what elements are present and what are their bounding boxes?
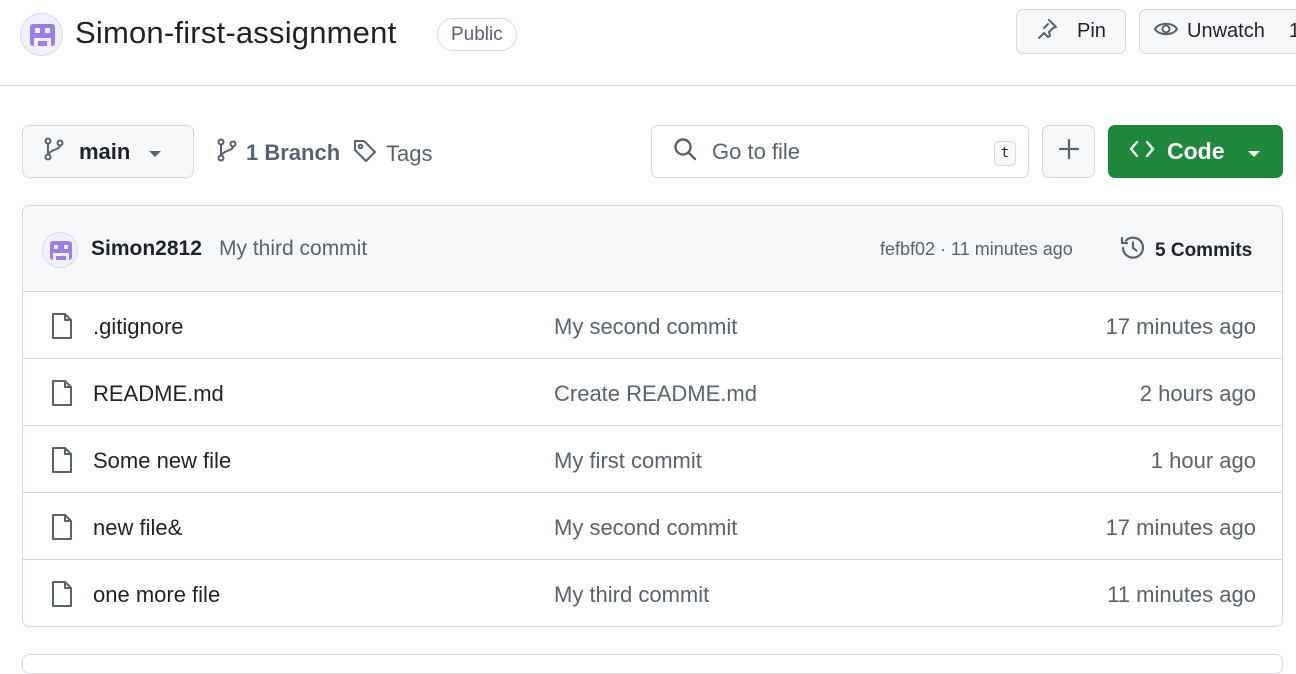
file-row[interactable]: README.md Create README.md 2 hours ago: [23, 359, 1282, 426]
search-icon: [672, 136, 698, 167]
plus-icon: [1058, 138, 1080, 165]
branch-selector[interactable]: main: [22, 125, 194, 178]
file-commit-time: 1 hour ago: [1150, 448, 1256, 473]
visibility-badge: Public: [437, 18, 517, 51]
file-row[interactable]: .gitignore My second commit 17 minutes a…: [23, 292, 1282, 359]
commits-link[interactable]: 5 Commits: [1119, 234, 1252, 268]
file-commit-time: 11 minutes ago: [1107, 582, 1256, 607]
tag-icon: [352, 138, 378, 170]
branch-name: main: [79, 138, 131, 164]
file-icon: [50, 379, 74, 412]
git-branch-icon: [43, 137, 65, 167]
file-name[interactable]: Some new file: [93, 448, 231, 474]
file-commit-message[interactable]: Create README.md: [554, 381, 757, 407]
repo-name[interactable]: Simon-first-assignment: [75, 15, 396, 51]
commits-count: 5 Commits: [1155, 240, 1253, 261]
readme-panel: [22, 654, 1283, 674]
file-row[interactable]: new file& My second commit 17 minutes ag…: [23, 493, 1282, 560]
file-icon: [50, 446, 74, 479]
shortcut-key: t: [994, 141, 1016, 166]
file-name[interactable]: new file&: [93, 515, 182, 541]
repo-header: Simon-first-assignment Public Pin Unwatc…: [0, 0, 1296, 86]
code-button[interactable]: Code: [1108, 125, 1283, 178]
avatar-icon[interactable]: [42, 232, 78, 268]
file-name[interactable]: README.md: [93, 381, 224, 407]
file-commit-message[interactable]: My second commit: [554, 515, 737, 541]
pin-label: Pin: [1077, 20, 1106, 42]
file-commit-message[interactable]: My first commit: [554, 448, 702, 474]
unwatch-label: Unwatch: [1187, 20, 1265, 42]
commit-author[interactable]: Simon2812: [91, 237, 202, 261]
history-icon: [1119, 234, 1147, 268]
watch-count: 1: [1288, 20, 1296, 42]
search-placeholder: Go to file: [712, 138, 801, 164]
branches-link[interactable]: 1 Branch: [216, 138, 340, 168]
pin-button[interactable]: Pin: [1016, 9, 1126, 54]
add-file-button[interactable]: [1042, 125, 1095, 178]
tags-link[interactable]: Tags: [352, 138, 432, 170]
file-commit-time: 2 hours ago: [1139, 381, 1256, 406]
file-list-panel: Simon2812 My third commit fefbf02 · 11 m…: [22, 205, 1283, 627]
code-label: Code: [1167, 138, 1225, 164]
caret-down-icon: [148, 139, 162, 165]
unwatch-button[interactable]: Unwatch 1: [1139, 9, 1296, 54]
file-commit-message[interactable]: My second commit: [554, 314, 737, 340]
file-commit-time: 17 minutes ago: [1105, 314, 1256, 339]
file-icon: [50, 312, 74, 345]
caret-down-icon: [1247, 138, 1261, 165]
file-name[interactable]: one more file: [93, 582, 220, 608]
git-branch-icon: [216, 138, 238, 168]
pin-icon: [1035, 17, 1059, 47]
eye-icon: [1153, 18, 1179, 46]
file-row[interactable]: one more file My third commit 11 minutes…: [23, 560, 1282, 626]
avatar-icon[interactable]: [20, 13, 63, 56]
file-icon: [50, 580, 74, 613]
file-name[interactable]: .gitignore: [93, 314, 184, 340]
latest-commit-bar: Simon2812 My third commit fefbf02 · 11 m…: [23, 206, 1282, 292]
file-icon: [50, 513, 74, 546]
file-row[interactable]: Some new file My first commit 1 hour ago: [23, 426, 1282, 493]
tags-label: Tags: [386, 141, 433, 166]
branch-count: 1 Branch: [246, 140, 341, 165]
go-to-file-input[interactable]: Go to file t: [651, 125, 1029, 178]
commit-hash-time[interactable]: fefbf02 · 11 minutes ago: [880, 239, 1073, 260]
commit-message[interactable]: My third commit: [219, 237, 367, 261]
file-commit-message[interactable]: My third commit: [554, 582, 709, 608]
file-commit-time: 17 minutes ago: [1105, 515, 1256, 540]
code-icon: [1129, 138, 1155, 165]
